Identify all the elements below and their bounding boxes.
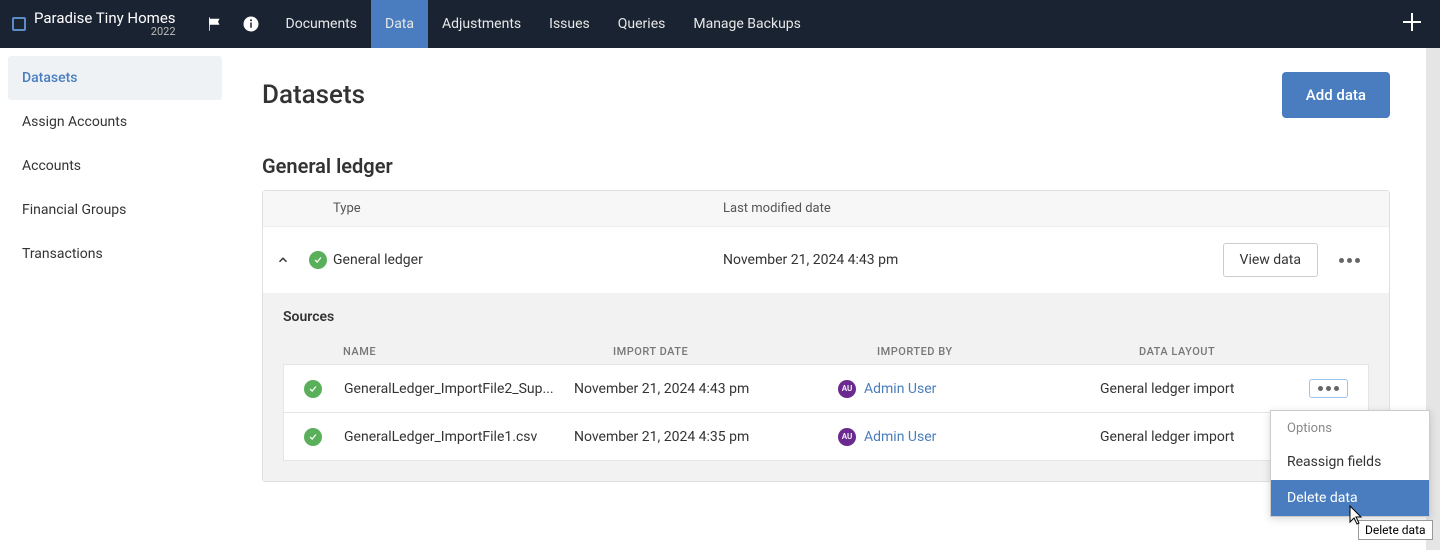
tooltip: Delete data: [1358, 520, 1433, 540]
src-header-layout: DATA LAYOUT: [1139, 345, 1349, 358]
source-more-button[interactable]: [1309, 379, 1348, 398]
source-date: November 21, 2024 4:43 pm: [574, 381, 838, 397]
dataset-more-button[interactable]: [1330, 251, 1369, 270]
col-header-type: Type: [333, 201, 723, 216]
status-success-icon: [309, 251, 327, 269]
col-header-date: Last modified date: [723, 201, 1389, 216]
source-date: November 21, 2024 4:35 pm: [574, 429, 838, 445]
source-name: GeneralLedger_ImportFile2_Sup...: [344, 381, 574, 397]
source-name: GeneralLedger_ImportFile1.csv: [344, 429, 574, 445]
status-success-icon: [304, 380, 322, 398]
dropdown-reassign-fields[interactable]: Reassign fields: [1271, 444, 1429, 480]
nav-issues[interactable]: Issues: [535, 0, 604, 48]
brand[interactable]: Paradise Tiny Homes 2022: [0, 10, 188, 39]
status-success-icon: [304, 428, 322, 446]
src-header-name: NAME: [343, 345, 613, 358]
src-header-date: IMPORT DATE: [613, 345, 877, 358]
nav-queries[interactable]: Queries: [604, 0, 680, 48]
dropdown-delete-data[interactable]: Delete data: [1271, 480, 1429, 516]
src-header-user: IMPORTED BY: [877, 345, 1139, 358]
section-title: General ledger: [262, 154, 1390, 178]
brand-title: Paradise Tiny Homes: [34, 10, 176, 27]
avatar: AU: [838, 380, 856, 398]
options-dropdown: Options Reassign fields Delete data: [1270, 410, 1430, 517]
view-data-button[interactable]: View data: [1223, 243, 1318, 277]
dropdown-title: Options: [1271, 411, 1429, 444]
sidebar: Datasets Assign Accounts Accounts Financ…: [0, 48, 230, 550]
page-title: Datasets: [262, 80, 365, 110]
nav-data[interactable]: Data: [371, 0, 428, 48]
sidebar-datasets[interactable]: Datasets: [8, 56, 222, 100]
brand-logo-icon: [12, 17, 26, 31]
add-data-button[interactable]: Add data: [1282, 72, 1390, 118]
dataset-row: General ledger November 21, 2024 4:43 pm…: [263, 226, 1389, 293]
source-row: GeneralLedger_ImportFile2_Sup... Novembe…: [283, 364, 1369, 413]
sidebar-transactions[interactable]: Transactions: [8, 232, 222, 276]
sidebar-financial-groups[interactable]: Financial Groups: [8, 188, 222, 232]
info-icon[interactable]: [242, 15, 260, 33]
collapse-icon[interactable]: [263, 253, 303, 267]
source-user[interactable]: Admin User: [864, 381, 936, 397]
source-user[interactable]: Admin User: [864, 429, 936, 445]
top-bar: Paradise Tiny Homes 2022 Documents Data …: [0, 0, 1440, 48]
main-nav: Documents Data Adjustments Issues Querie…: [272, 0, 815, 48]
flag-icon[interactable]: [206, 15, 224, 33]
avatar: AU: [838, 428, 856, 446]
sources-block: Sources NAME IMPORT DATE IMPORTED BY DAT…: [263, 293, 1389, 481]
nav-manage-backups[interactable]: Manage Backups: [679, 0, 815, 48]
dataset-table: Type Last modified date General ledger N…: [262, 190, 1390, 482]
dataset-date: November 21, 2024 4:43 pm: [723, 252, 1223, 268]
source-row: GeneralLedger_ImportFile1.csv November 2…: [283, 413, 1369, 461]
nav-adjustments[interactable]: Adjustments: [428, 0, 535, 48]
nav-documents[interactable]: Documents: [272, 0, 371, 48]
sidebar-accounts[interactable]: Accounts: [8, 144, 222, 188]
main-content: Datasets Add data General ledger Type La…: [230, 48, 1440, 550]
sources-title: Sources: [283, 309, 1369, 325]
source-layout: General ledger import: [1100, 381, 1309, 397]
dataset-type: General ledger: [333, 252, 723, 268]
sidebar-assign-accounts[interactable]: Assign Accounts: [8, 100, 222, 144]
add-icon[interactable]: [1400, 19, 1424, 38]
brand-year: 2022: [151, 26, 176, 38]
